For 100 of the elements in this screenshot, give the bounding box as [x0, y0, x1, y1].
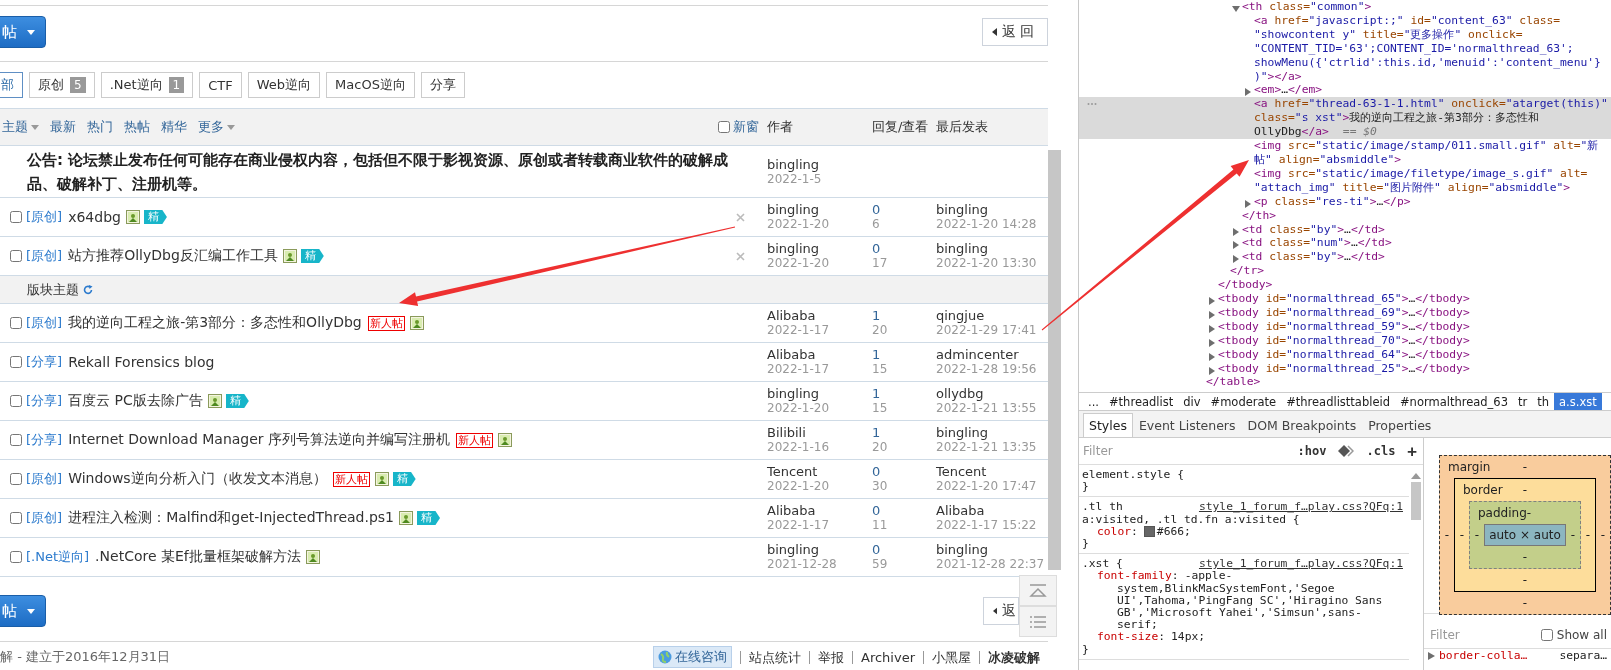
last-poster[interactable]: bingling: [936, 241, 1048, 256]
category-link[interactable]: [分享]: [26, 431, 63, 449]
scroll-up-icon[interactable]: [1411, 473, 1421, 479]
last-poster[interactable]: admincenter: [936, 347, 1048, 362]
thread-title[interactable]: 进程注入检测：Malfind和get-InjectedThread.ps1: [68, 509, 394, 527]
author-name[interactable]: Bilibili: [767, 425, 872, 440]
sort-menu[interactable]: 主题: [2, 118, 39, 136]
author-name[interactable]: bingling: [767, 386, 872, 401]
breadcrumb[interactable]: #normalthread_63: [1394, 393, 1513, 410]
filter-field[interactable]: Filter: [1081, 443, 1286, 459]
category-link[interactable]: [原创]: [26, 470, 63, 488]
row-checkbox[interactable]: [10, 356, 22, 368]
site-name-link[interactable]: 冰凌破解: [979, 650, 1048, 664]
filter-field[interactable]: Filter: [1428, 627, 1541, 643]
row-checkbox[interactable]: [10, 395, 22, 407]
collapsed-triangle-icon[interactable]: [1208, 324, 1216, 333]
show-all-toggle[interactable]: Show all: [1540, 628, 1607, 642]
new-post-button[interactable]: 帖: [0, 16, 46, 48]
breadcrumb[interactable]: #threadlist: [1103, 393, 1179, 410]
stylesheet-link[interactable]: style_1_forum_f…play.css?QFq:1: [1198, 501, 1403, 514]
author-name[interactable]: Alibaba: [767, 308, 872, 323]
thread-title[interactable]: 百度云 PC版去除广告: [68, 392, 203, 410]
footer-link[interactable]: 举报: [809, 650, 852, 664]
last-poster[interactable]: ollydbg: [936, 386, 1048, 401]
node-row[interactable]: <img src="static/image/filetype/image_s.gif" alt= "attach_img" title="图片附件" align="absmiddle">: [1079, 166, 1611, 195]
refresh-icon[interactable]: [83, 284, 93, 295]
author-name[interactable]: bingling: [767, 156, 872, 172]
node-row[interactable]: <a href="javascript:;" id="content_63" class= "showcontent y" title="更多操作" onclick= "CONTENT_TID='63';CONTENT_ID='normalthread_63'; showMenu({'ctrlid':this.id,'menuid':'content_menu'} )"></a>: [1079, 13, 1611, 84]
collapsed-triangle-icon[interactable]: [1428, 651, 1435, 660]
node-row[interactable]: <tbody id="normalthread_59">…</tbody>: [1079, 319, 1611, 334]
collapsed-triangle-icon[interactable]: [1208, 366, 1216, 375]
thread-title[interactable]: Windows逆向分析入门（收发文本消息）: [68, 470, 327, 488]
collapsed-triangle-icon[interactable]: [1208, 297, 1216, 306]
breadcrumb[interactable]: #threadlisttableid: [1281, 393, 1395, 410]
node-row[interactable]: <th class="common">: [1079, 0, 1611, 14]
node-row[interactable]: <tbody id="normalthread_69">…</tbody>: [1079, 305, 1611, 320]
filter-link[interactable]: 精华: [161, 118, 187, 136]
category-link[interactable]: [分享]: [26, 392, 63, 410]
thread-title[interactable]: 站方推荐OllyDbg反汇编工作工具: [68, 247, 278, 265]
author-name[interactable]: bingling: [767, 241, 872, 256]
thread-title[interactable]: Rekall Forensics blog: [68, 354, 215, 370]
online-chat-button[interactable]: 在线咨询: [653, 646, 732, 668]
back-button[interactable]: 返: [983, 597, 1019, 625]
selected-node-row[interactable]: <a href="thread-63-1-1.html" onclick="atarget(this)" class="s xst">我的逆向工程之旅-第3部分：多态性和 OllyDbg</a> == $0: [1079, 97, 1611, 140]
node-row[interactable]: <img src="static/image/stamp/011.small.gif" alt="新帖" align="absmiddle">: [1079, 139, 1611, 167]
node-row[interactable]: <em>…</em>: [1079, 83, 1611, 98]
category-tab[interactable]: 原创 5: [29, 72, 95, 98]
collapsed-triangle-icon[interactable]: [1232, 255, 1240, 264]
node-row[interactable]: <p class="res-ti">…</p>: [1079, 194, 1611, 209]
stylesheet-link[interactable]: style_1_forum_f…play.css?QFq:1: [1198, 558, 1403, 571]
category-link[interactable]: [原创]: [26, 509, 63, 527]
node-row[interactable]: <tbody id="normalthread_25">…</tbody>: [1079, 361, 1611, 376]
thread-title[interactable]: .NetCore 某Ef批量框架破解方法: [95, 548, 301, 566]
scrollbar-thumb[interactable]: [1048, 150, 1061, 570]
collapsed-triangle-icon[interactable]: [1244, 199, 1252, 208]
category-tab[interactable]: Web逆向: [247, 72, 321, 98]
color-swatch[interactable]: [1143, 526, 1155, 538]
breadcrumb[interactable]: #moderate: [1205, 393, 1282, 410]
category-link[interactable]: [原创]: [26, 247, 63, 265]
footer-link[interactable]: Archiver: [852, 650, 923, 664]
last-poster[interactable]: Tencent: [936, 464, 1048, 479]
collapsed-triangle-icon[interactable]: [1208, 352, 1216, 361]
hover-state-toggle[interactable]: :hov: [1297, 444, 1327, 458]
class-toggle[interactable]: .cls: [1366, 444, 1396, 458]
category-tab[interactable]: 部: [0, 72, 23, 98]
new-window-toggle[interactable]: 新窗: [718, 118, 759, 136]
last-poster[interactable]: Alibaba: [936, 503, 1048, 518]
panel-tab[interactable]: Properties: [1362, 413, 1438, 437]
row-checkbox[interactable]: [10, 250, 22, 262]
node-row[interactable]: <td class="num">…</td>: [1079, 236, 1611, 251]
scrollbar-thumb[interactable]: [1411, 482, 1421, 520]
author-name[interactable]: Alibaba: [767, 503, 872, 518]
row-checkbox[interactable]: [10, 551, 22, 563]
row-checkbox[interactable]: [10, 211, 22, 223]
thread-title[interactable]: x64dbg: [68, 209, 121, 225]
more-menu[interactable]: 更多: [198, 118, 235, 136]
show-all-checkbox[interactable]: [1540, 629, 1553, 641]
new-window-checkbox[interactable]: [718, 121, 730, 133]
author-name[interactable]: bingling: [767, 542, 872, 557]
breadcrumb[interactable]: ...: [1083, 393, 1104, 410]
collapsed-triangle-icon[interactable]: [1208, 310, 1216, 319]
author-name[interactable]: Tencent: [767, 464, 872, 479]
filter-link[interactable]: 热帖: [124, 118, 150, 136]
new-rule-button[interactable]: +: [1407, 441, 1417, 461]
row-checkbox[interactable]: [10, 473, 22, 485]
row-checkbox[interactable]: [10, 317, 22, 329]
category-link[interactable]: [.Net逆向]: [26, 548, 90, 566]
author-name[interactable]: Alibaba: [767, 347, 872, 362]
category-link[interactable]: [原创]: [26, 314, 63, 332]
breadcrumb[interactable]: tr: [1513, 393, 1533, 410]
row-checkbox[interactable]: [10, 434, 22, 446]
thread-title[interactable]: 我的逆向工程之旅-第3部分：多态性和OllyDbg: [68, 314, 362, 332]
category-tab[interactable]: CTF: [199, 72, 242, 98]
new-post-button[interactable]: 帖: [0, 595, 46, 627]
breadcrumb[interactable]: div: [1178, 393, 1206, 410]
last-poster[interactable]: qingjue: [936, 308, 1048, 323]
last-poster[interactable]: bingling: [936, 542, 1048, 557]
expanded-triangle-icon[interactable]: [1232, 5, 1240, 13]
node-row[interactable]: <tbody id="normalthread_64">…</tbody>: [1079, 347, 1611, 362]
category-link[interactable]: [原创]: [26, 208, 63, 226]
